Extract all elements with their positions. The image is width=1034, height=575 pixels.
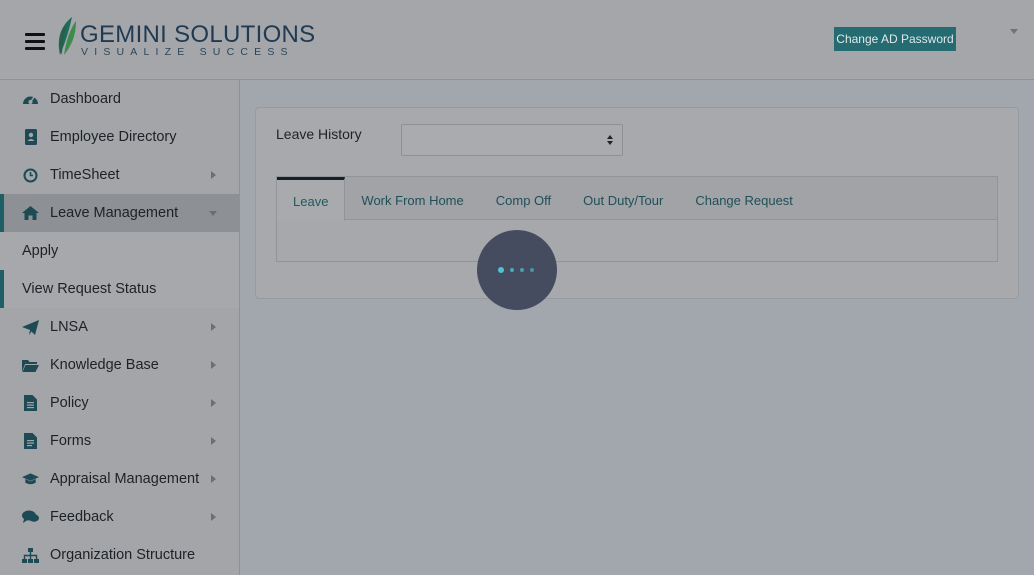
sidebar-item-timesheet[interactable]: TimeSheet <box>0 156 239 194</box>
logo-tagline: VISUALIZE SUCCESS <box>81 46 294 58</box>
loader-dot <box>520 268 524 272</box>
sidebar-item-knowledge-base[interactable]: Knowledge Base <box>0 346 239 384</box>
sidebar: Dashboard Employee Directory TimeSheet L… <box>0 80 240 575</box>
sidebar-subitem-view-request-status[interactable]: View Request Status <box>0 270 239 308</box>
tab-comp-off[interactable]: Comp Off <box>480 177 567 220</box>
sidebar-subitem-label: View Request Status <box>22 281 157 297</box>
sidebar-subitem-label: Apply <box>22 243 59 259</box>
sidebar-item-label: Dashboard <box>50 91 121 107</box>
loading-spinner <box>477 230 557 310</box>
address-book-icon <box>22 129 39 146</box>
home-icon <box>22 205 39 222</box>
sidebar-item-dashboard[interactable]: Dashboard <box>0 80 239 118</box>
dashboard-icon <box>22 91 39 108</box>
sidebar-item-lnsa[interactable]: LNSA <box>0 308 239 346</box>
loader-dot <box>530 268 534 272</box>
tab-leave[interactable]: Leave <box>277 177 346 221</box>
menu-toggle-icon[interactable] <box>25 33 45 50</box>
comments-icon <box>22 509 39 526</box>
user-menu-caret-icon[interactable] <box>1010 29 1018 34</box>
sidebar-item-leave-management[interactable]: Leave Management <box>0 194 239 232</box>
tab-change-request[interactable]: Change Request <box>679 177 809 220</box>
change-ad-password-button[interactable]: Change AD Password <box>834 27 956 51</box>
graduation-cap-icon <box>22 471 39 488</box>
top-header: GEMINI SOLUTIONS VISUALIZE SUCCESS Chang… <box>0 0 1034 80</box>
sidebar-item-forms[interactable]: Forms <box>0 422 239 460</box>
loader-dot <box>510 268 514 272</box>
sitemap-icon <box>22 547 39 564</box>
leave-tabs: Leave Work From Home Comp Off Out Duty/T… <box>277 177 997 221</box>
sidebar-item-policy[interactable]: Policy <box>0 384 239 422</box>
sidebar-item-label: Feedback <box>50 509 114 525</box>
leave-tabs-container: Leave Work From Home Comp Off Out Duty/T… <box>276 176 998 262</box>
sidebar-item-label: Organization Structure <box>50 547 196 563</box>
sidebar-item-appraisal-management[interactable]: Appraisal Management <box>0 460 239 498</box>
folder-icon <box>22 357 39 374</box>
sidebar-subitem-apply[interactable]: Apply <box>0 232 239 270</box>
sidebar-item-label: TimeSheet <box>50 167 120 183</box>
chevron-right-icon <box>211 323 216 331</box>
sidebar-item-label: Employee Directory <box>50 129 177 145</box>
paper-plane-icon <box>22 319 39 336</box>
chevron-down-icon <box>209 211 217 216</box>
tab-work-from-home[interactable]: Work From Home <box>345 177 479 220</box>
chevron-right-icon <box>211 399 216 407</box>
loader-dot <box>498 267 504 273</box>
form-icon <box>22 433 39 450</box>
logo-name: GEMINI SOLUTIONS <box>80 21 316 48</box>
sidebar-item-label: Knowledge Base <box>50 357 159 373</box>
sidebar-item-label: Leave Management <box>50 205 179 221</box>
chevron-right-icon <box>211 475 216 483</box>
chevron-right-icon <box>211 513 216 521</box>
select-up-arrow-icon <box>607 135 613 139</box>
chevron-right-icon <box>211 171 216 179</box>
sidebar-item-employee-directory[interactable]: Employee Directory <box>0 118 239 156</box>
document-icon <box>22 395 39 412</box>
sidebar-item-label: Forms <box>50 433 92 449</box>
sidebar-item-label: Appraisal Management <box>50 471 200 487</box>
sidebar-item-organization-structure[interactable]: Organization Structure <box>0 536 239 574</box>
leave-history-select[interactable] <box>401 124 623 156</box>
chevron-right-icon <box>211 437 216 445</box>
leave-history-panel: Leave History Leave Work From Home Comp … <box>255 107 1019 299</box>
chevron-right-icon <box>211 361 216 369</box>
clock-icon <box>22 167 39 184</box>
leave-history-label: Leave History <box>276 126 362 142</box>
sidebar-item-feedback[interactable]: Feedback <box>0 498 239 536</box>
company-logo[interactable]: GEMINI SOLUTIONS VISUALIZE SUCCESS <box>54 15 315 61</box>
sidebar-item-label: LNSA <box>50 319 88 335</box>
tab-out-duty-tour[interactable]: Out Duty/Tour <box>567 177 679 220</box>
sidebar-item-label: Policy <box>50 395 89 411</box>
select-down-arrow-icon <box>607 141 613 145</box>
